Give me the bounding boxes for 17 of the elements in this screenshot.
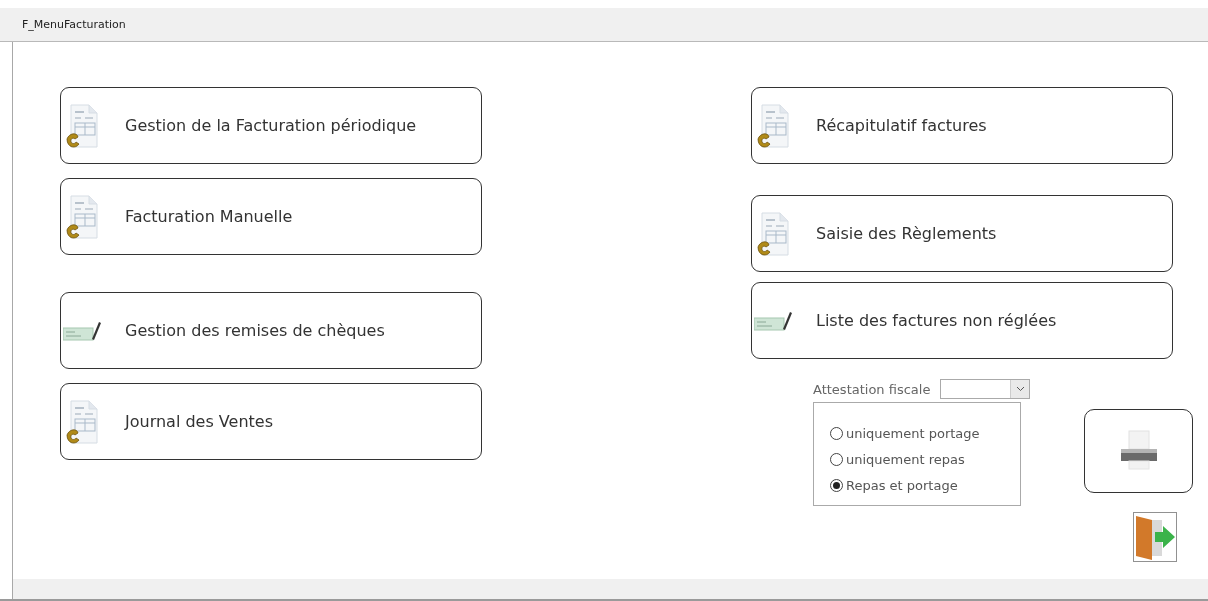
menu-button[interactable]: Liste des factures non réglées	[751, 282, 1173, 359]
radio-option[interactable]: Repas et portage	[830, 472, 1020, 498]
menu-button[interactable]: Gestion des remises de chèques	[60, 292, 482, 369]
print-button[interactable]	[1084, 409, 1193, 493]
attestation-label: Attestation fiscale	[813, 381, 931, 397]
menu-button[interactable]: Saisie des Règlements	[751, 195, 1173, 272]
menu-button[interactable]: Gestion de la Facturation périodique	[60, 87, 482, 164]
radio-option[interactable]: uniquement repas	[830, 446, 1020, 472]
exit-door-icon[interactable]	[1133, 512, 1177, 562]
menu-button[interactable]: Journal des Ventes	[60, 383, 482, 460]
menu-button[interactable]: Récapitulatif factures	[751, 87, 1173, 164]
attestation-dropdown[interactable]	[940, 379, 1031, 399]
window-title: F_MenuFacturation	[22, 18, 126, 31]
radio-option[interactable]: uniquement portage	[830, 420, 1020, 446]
caret-icon	[1015, 386, 1025, 392]
menu-button[interactable]: Facturation Manuelle	[60, 178, 482, 255]
printer-icon	[1118, 429, 1159, 473]
